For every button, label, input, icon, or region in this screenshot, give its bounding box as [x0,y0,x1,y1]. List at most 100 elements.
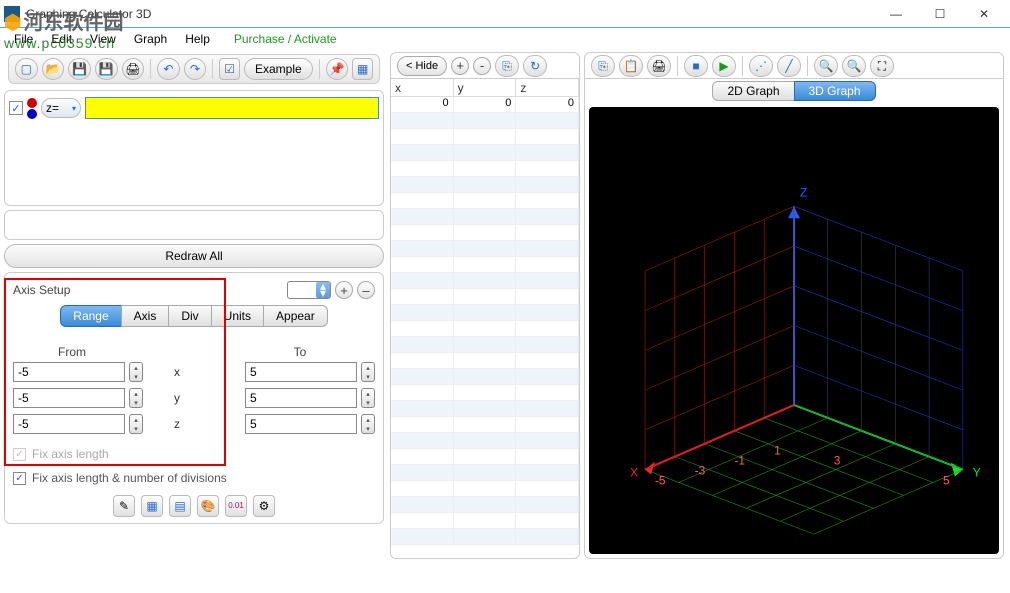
color-swatch-red[interactable] [27,98,37,108]
save-as-button[interactable]: 💾 [95,58,118,80]
formula-input[interactable] [85,97,379,119]
table-row[interactable] [391,417,579,433]
table-row[interactable] [391,369,579,385]
table-row[interactable] [391,465,579,481]
redraw-all-button[interactable]: Redraw All [4,244,384,268]
graph-clipboard-button[interactable]: 📋 [619,55,643,77]
mid-copy-button[interactable]: ⎘ [495,55,519,77]
graph-copy-button[interactable]: ⎘ [591,55,615,77]
table-row[interactable] [391,385,579,401]
table-row[interactable]: 0 0 0 [391,97,579,113]
graph-print-button[interactable]: 🖨 [647,55,671,77]
menu-view[interactable]: View [82,30,124,48]
redo-button[interactable]: ↷ [184,58,207,80]
open-button[interactable]: 📂 [42,58,65,80]
stop-button[interactable]: ■ [684,55,708,77]
table-row[interactable] [391,193,579,209]
table-row[interactable] [391,129,579,145]
to-y-spinner[interactable]: ▴▾ [361,388,375,408]
play-button[interactable]: ▶ [712,55,736,77]
table-row[interactable] [391,273,579,289]
table-row[interactable] [391,321,579,337]
new-button[interactable]: ▢ [15,58,38,80]
table-row[interactable] [391,433,579,449]
menu-graph[interactable]: Graph [126,30,175,48]
undo-button[interactable]: ↶ [157,58,180,80]
table-row[interactable] [391,177,579,193]
precision-tool[interactable]: 0.01 [225,495,247,517]
settings-tool[interactable]: ⚙ [253,495,275,517]
table-row[interactable] [391,113,579,129]
graph-viewport[interactable]: X Y Z [589,107,999,554]
tab-appear[interactable]: Appear [263,305,328,327]
tab-div[interactable]: Div [168,305,211,327]
table-row[interactable] [391,529,579,545]
close-button[interactable]: ✕ [962,1,1006,27]
table-row[interactable] [391,289,579,305]
tab-units[interactable]: Units [211,305,264,327]
trace-button[interactable]: ⋰ [749,55,773,77]
grid-button[interactable]: ▦ [352,58,373,80]
pin-button[interactable]: 📌 [326,58,349,80]
color-swatch-blue[interactable] [27,109,37,119]
to-z-spinner[interactable]: ▴▾ [361,414,375,434]
from-x-spinner[interactable]: ▴▾ [129,362,143,382]
table-row[interactable] [391,257,579,273]
checkbox-tool[interactable]: ☑ [219,58,240,80]
from-z-spinner[interactable]: ▴▾ [129,414,143,434]
table-row[interactable] [391,481,579,497]
to-z-input[interactable]: 5 [245,414,357,434]
to-x-input[interactable]: 5 [245,362,357,382]
table-row[interactable] [391,209,579,225]
from-x-input[interactable]: -5 [13,362,125,382]
table-row[interactable] [391,513,579,529]
tab-range[interactable]: Range [60,305,121,327]
table-row[interactable] [391,241,579,257]
menu-edit[interactable]: Edit [43,30,80,48]
from-y-input[interactable]: -5 [13,388,125,408]
add-row-button[interactable]: + [451,57,469,75]
table-tool[interactable]: ▤ [169,495,191,517]
remove-row-button[interactable]: - [473,57,491,75]
save-button[interactable]: 💾 [68,58,91,80]
tab-axis[interactable]: Axis [121,305,170,327]
example-button[interactable]: Example [244,58,313,80]
table-row[interactable] [391,497,579,513]
equation-type-dropdown[interactable]: z= ▾ [41,98,81,118]
tab-3d-graph[interactable]: 3D Graph [794,81,876,101]
col-y[interactable]: y [454,79,517,96]
menu-purchase[interactable]: Purchase / Activate [226,30,345,48]
col-x[interactable]: x [391,79,454,96]
zoom-fit-button[interactable]: ⛶ [870,55,894,77]
col-z[interactable]: z [516,79,579,96]
minimize-button[interactable]: — [874,1,918,27]
zoom-in-button[interactable]: 🔍 [814,55,838,77]
axis-add-button[interactable]: + [335,281,353,299]
pencil-tool[interactable]: ✎ [113,495,135,517]
mid-refresh-button[interactable]: ↻ [523,55,547,77]
table-row[interactable] [391,145,579,161]
table-row[interactable] [391,161,579,177]
line-button[interactable]: ╱ [777,55,801,77]
to-x-spinner[interactable]: ▴▾ [361,362,375,382]
table-row[interactable] [391,401,579,417]
table-row[interactable] [391,353,579,369]
fix-axis-div-checkbox[interactable] [13,472,26,485]
from-y-spinner[interactable]: ▴▾ [129,388,143,408]
formula-visible-checkbox[interactable] [9,101,23,115]
axis-preset-dropdown[interactable]: ▴▾ [287,281,331,299]
color-tool[interactable]: 🎨 [197,495,219,517]
print-button[interactable]: 🖨 [122,58,145,80]
menu-help[interactable]: Help [177,30,218,48]
maximize-button[interactable]: ☐ [918,1,962,27]
table-row[interactable] [391,449,579,465]
table-row[interactable] [391,337,579,353]
zoom-out-button[interactable]: 🔍 [842,55,866,77]
to-y-input[interactable]: 5 [245,388,357,408]
from-z-input[interactable]: -5 [13,414,125,434]
grid-tool[interactable]: ▦ [141,495,163,517]
axis-remove-button[interactable]: – [357,281,375,299]
tab-2d-graph[interactable]: 2D Graph [712,81,794,101]
menu-file[interactable]: File [6,30,41,48]
table-row[interactable] [391,305,579,321]
